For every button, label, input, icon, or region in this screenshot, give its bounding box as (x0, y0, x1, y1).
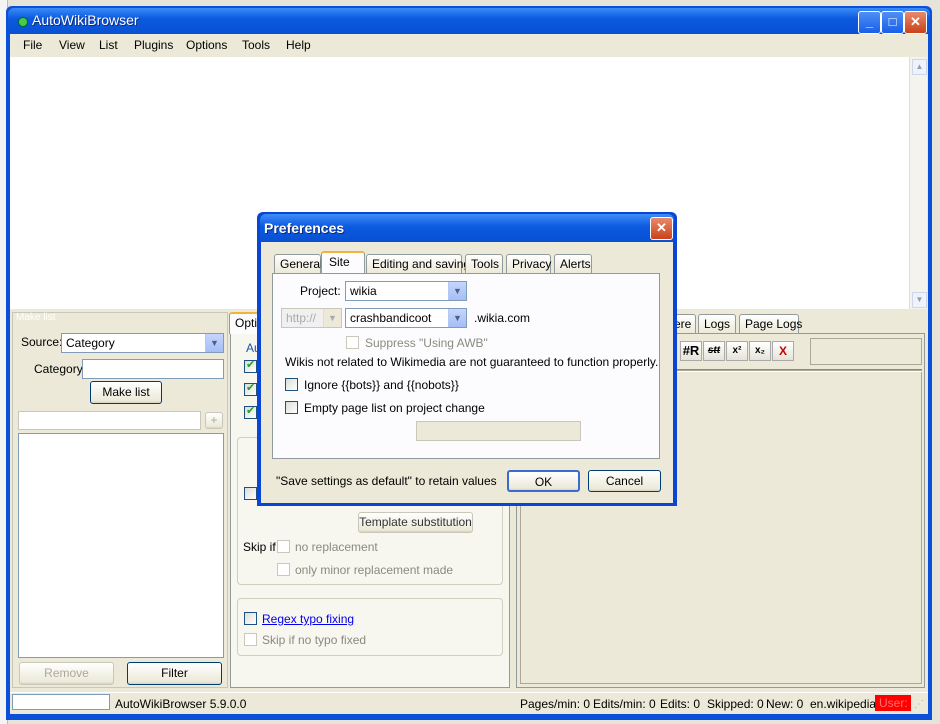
template-substitution-button[interactable]: Template substitution (358, 512, 473, 533)
make-list-header: Make list (16, 312, 56, 323)
wiki-name: en.wikipedia (810, 697, 877, 711)
right-toolbar-textbox[interactable] (810, 338, 922, 365)
project-label: Project: (300, 284, 341, 298)
redirect-icon[interactable]: #R (680, 341, 702, 361)
tab-privacy[interactable]: Privacy (506, 254, 551, 273)
tab-logs[interactable]: Logs (698, 314, 736, 333)
main-titlebar[interactable]: AutoWikiBrowser _ □ ✕ (8, 8, 930, 34)
preferences-titlebar[interactable]: Preferences ✕ (260, 214, 674, 242)
menu-file[interactable]: File (23, 38, 42, 52)
status-bar: AutoWikiBrowser 5.9.0.0 Pages/min: 0 Edi… (10, 692, 928, 714)
remove-button[interactable]: Remove (19, 662, 114, 685)
save-settings-note: "Save settings as default" to retain val… (276, 474, 497, 488)
resize-grip-icon[interactable]: ⋰ (914, 699, 924, 710)
typo-group (237, 598, 503, 656)
chevron-down-icon[interactable]: ▼ (205, 334, 223, 352)
regex-typo-checkbox[interactable] (244, 612, 257, 625)
category-label: Category: (34, 362, 87, 376)
option-checkbox-3[interactable] (244, 404, 257, 419)
project-select[interactable]: wikia ▼ (345, 281, 467, 301)
ignore-bots-label: Ignore {{bots}} and {{nobots}} (304, 378, 459, 392)
page-list-box[interactable] (18, 433, 224, 658)
tab-options[interactable]: Optio (229, 312, 264, 334)
menu-plugins[interactable]: Plugins (134, 38, 173, 52)
tab-page-logs[interactable]: Page Logs (739, 314, 802, 333)
scroll-up-icon[interactable]: ▲ (912, 59, 927, 75)
source-select[interactable]: Category ▼ (61, 333, 224, 353)
option-checkbox-1[interactable] (244, 358, 257, 373)
ok-button[interactable]: OK (507, 470, 580, 492)
chevron-down-icon: ▼ (323, 309, 341, 327)
tab-editing-and-saving[interactable]: Editing and saving (366, 254, 470, 273)
source-label: Source: (21, 335, 63, 349)
tab-alerts[interactable]: Alerts (554, 254, 592, 273)
chevron-down-icon[interactable]: ▼ (448, 282, 466, 300)
tab-general[interactable]: General (274, 254, 323, 273)
no-replacement-label: no replacement (295, 540, 378, 554)
dialog-close-button[interactable]: ✕ (650, 217, 673, 240)
empty-page-list-label: Empty page list on project change (304, 401, 485, 415)
chevron-down-icon[interactable]: ▼ (448, 309, 466, 327)
add-button[interactable]: + (205, 412, 223, 429)
skip-no-typo-checkbox[interactable] (244, 633, 257, 646)
edits-count: Edits: 0 (660, 697, 701, 711)
find-replace-checkbox[interactable] (244, 487, 257, 500)
edits-per-min: Edits/min: 0 (593, 697, 656, 711)
category-input[interactable] (82, 359, 224, 379)
filter-button[interactable]: Filter (127, 662, 222, 685)
skipped-count: Skipped: 0 (707, 697, 764, 711)
version-text: AutoWikiBrowser 5.9.0.0 (115, 697, 247, 711)
only-minor-checkbox[interactable] (277, 563, 290, 576)
menu-help[interactable]: Help (286, 38, 311, 52)
protocol-select: http:// ▼ (281, 308, 342, 328)
maximize-button[interactable]: □ (881, 11, 904, 34)
subscript-icon[interactable]: x₂ (749, 341, 771, 361)
strikethrough-icon[interactable]: stt (703, 341, 725, 361)
scroll-down-icon[interactable]: ▼ (912, 292, 927, 308)
skip-no-typo-label: Skip if no typo fixed (262, 633, 367, 647)
cancel-button[interactable]: Cancel (588, 470, 661, 492)
minimize-button[interactable]: _ (858, 11, 881, 34)
suppress-using-awb-checkbox (346, 336, 359, 349)
empty-page-list-checkbox[interactable] (285, 401, 298, 414)
protocol-value: http:// (286, 311, 317, 325)
make-list-button[interactable]: Make list (90, 381, 162, 404)
close-button[interactable]: ✕ (904, 11, 927, 34)
menubar: File View List Plugins Options Tools Hel… (10, 34, 928, 56)
new-count: New: 0 (766, 697, 804, 711)
ignore-bots-checkbox[interactable] (285, 378, 298, 391)
window-title: AutoWikiBrowser (32, 12, 139, 28)
edit-scrollbar[interactable]: ▲ ▼ (909, 57, 927, 309)
app-icon (18, 17, 28, 27)
suppress-using-awb-label: Suppress "Using AWB" (365, 336, 488, 350)
pages-per-min: Pages/min: 0 (520, 697, 591, 711)
remove-format-icon[interactable]: X (772, 341, 794, 361)
menu-options[interactable]: Options (186, 38, 227, 52)
tab-site[interactable]: Site (321, 251, 365, 273)
subdomain-select[interactable]: crashbandicoot ▼ (345, 308, 467, 328)
option-checkbox-2[interactable] (244, 381, 257, 396)
dialog-title: Preferences (264, 220, 345, 236)
regex-typo-link[interactable]: Regex typo fixing (262, 612, 354, 626)
menu-view[interactable]: View (59, 38, 85, 52)
no-replacement-checkbox[interactable] (277, 540, 290, 553)
skip-if-label: Skip if (243, 540, 276, 554)
menu-tools[interactable]: Tools (242, 38, 270, 52)
project-value: wikia (350, 284, 377, 298)
add-page-input[interactable] (18, 411, 201, 430)
disabled-action-button (416, 421, 581, 441)
source-value: Category (66, 336, 115, 350)
superscript-icon[interactable]: x² (726, 341, 748, 361)
subdomain-value: crashbandicoot (350, 311, 432, 325)
progress-bar (12, 694, 110, 710)
menu-list[interactable]: List (99, 38, 118, 52)
tab-tools[interactable]: Tools (465, 254, 503, 273)
user-status: User: (875, 695, 911, 711)
non-wikimedia-warning: Wikis not related to Wikimedia are not g… (285, 355, 659, 369)
domain-suffix: .wikia.com (474, 311, 531, 325)
only-minor-label: only minor replacement made (295, 563, 454, 577)
